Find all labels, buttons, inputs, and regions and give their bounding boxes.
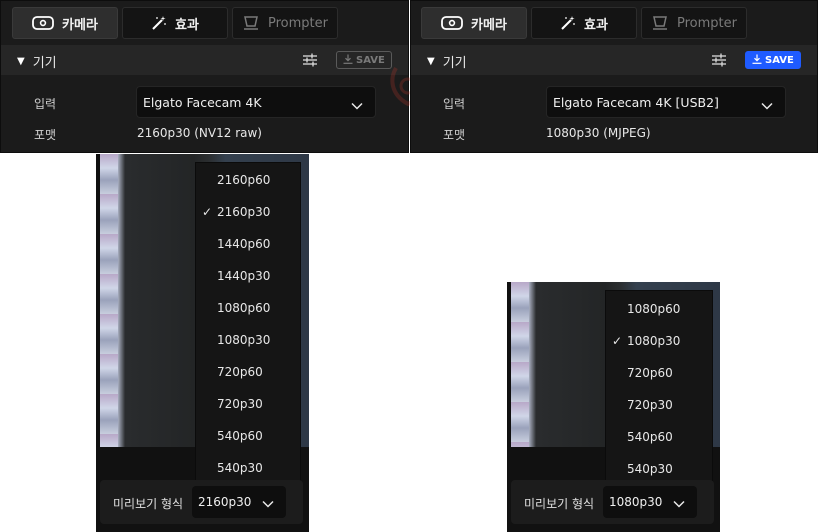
format-option[interactable]: 1080p30 <box>196 324 300 356</box>
magic-wand-icon <box>560 15 576 31</box>
right-camera-panel: 카메라 효과 Prompter ▼ 기기 SAVE 입력 Elgato Face… <box>410 0 818 153</box>
tab-effects[interactable]: 효과 <box>122 7 228 39</box>
format-option-label: 2160p30 <box>217 205 271 219</box>
preview-format-select[interactable]: 2160p30 <box>192 486 286 518</box>
format-option-label: 1080p60 <box>217 301 271 315</box>
chevron-down-icon <box>761 98 773 113</box>
save-button[interactable]: SAVE <box>336 51 392 69</box>
sliders-icon[interactable] <box>302 52 318 72</box>
format-option[interactable]: 720p30 <box>606 389 712 421</box>
collapse-triangle-icon: ▼ <box>427 56 435 67</box>
format-option-label: 1440p60 <box>217 237 271 251</box>
format-option-label: 1080p30 <box>217 333 271 347</box>
section-title-label: 기기 <box>32 56 57 71</box>
chevron-down-icon <box>262 497 274 511</box>
right-tab-bar: 카메라 효과 Prompter <box>411 1 817 43</box>
tab-camera[interactable]: 카메라 <box>12 7 118 39</box>
camera-icon <box>441 16 463 30</box>
preview-format-bar: 미리보기 형식 2160p30 <box>100 480 303 524</box>
camera-icon <box>32 16 54 30</box>
save-button[interactable]: SAVE <box>745 51 801 69</box>
chevron-down-icon <box>351 98 363 113</box>
device-section-header[interactable]: ▼ 기기 SAVE <box>411 45 817 75</box>
prompter-icon <box>242 15 260 31</box>
tab-prompter-label: Prompter <box>268 15 328 31</box>
right-preview-crop: 1080p60 ✓ 1080p30 720p60 720p30 540p60 540p30 … <box>507 282 720 532</box>
format-value: 1080p30 (MJPEG) <box>546 126 651 140</box>
tab-prompter-label: Prompter <box>677 15 737 31</box>
save-button-label: SAVE <box>356 54 385 66</box>
format-option[interactable]: 720p60 <box>196 356 300 388</box>
format-option-label: 1080p60 <box>627 302 681 316</box>
download-icon <box>343 54 353 67</box>
preview-format-value: 1080p30 <box>609 495 663 509</box>
tab-camera-label: 카메라 <box>471 17 507 33</box>
device-section-header[interactable]: ▼ 기기 SAVE <box>1 45 408 75</box>
preview-format-bar: 미리보기 형식 1080p30 <box>511 480 714 524</box>
format-option-label: 720p30 <box>217 397 263 411</box>
tab-camera[interactable]: 카메라 <box>421 7 527 39</box>
preview-format-label: 미리보기 형식 <box>113 497 184 511</box>
preview-format-value: 2160p30 <box>198 495 252 509</box>
left-camera-panel: 카메라 효과 Prompter ▼ 기기 SAVE 입력 Elgato Face… <box>0 0 409 153</box>
format-label: 포맷 <box>34 128 57 142</box>
left-tab-bar: 카메라 효과 Prompter <box>1 1 408 43</box>
background-stripes <box>100 154 118 447</box>
input-select[interactable]: Elgato Facecam 4K <box>136 86 376 118</box>
left-preview-crop: 2160p60 ✓ 2160p30 1440p60 1440p30 1080p60 1080… <box>96 154 309 532</box>
checkmark-icon: ✓ <box>612 334 623 348</box>
tab-effects[interactable]: 효과 <box>531 7 637 39</box>
tab-prompter[interactable]: Prompter <box>232 7 338 39</box>
format-option[interactable]: ✓ 2160p30 <box>196 196 300 228</box>
format-option[interactable]: 1440p60 <box>196 228 300 260</box>
input-label: 입력 <box>443 97 466 111</box>
format-option-label: 720p60 <box>217 365 263 379</box>
tab-effects-label: 효과 <box>584 17 608 33</box>
section-title-label: 기기 <box>442 56 467 71</box>
magic-wand-icon <box>151 15 167 31</box>
format-option[interactable]: 540p60 <box>606 421 712 453</box>
format-option-label: 540p60 <box>627 430 673 444</box>
format-value: 2160p30 (NV12 raw) <box>137 126 262 140</box>
tab-prompter[interactable]: Prompter <box>641 7 747 39</box>
format-option[interactable]: ✓ 1080p30 <box>606 325 712 357</box>
format-option[interactable]: 540p60 <box>196 420 300 452</box>
chevron-down-icon <box>673 497 685 511</box>
prompter-icon <box>651 15 669 31</box>
format-dropdown-menu: 2160p60 ✓ 2160p30 1440p60 1440p30 1080p60 1080… <box>195 162 301 484</box>
collapse-triangle-icon: ▼ <box>17 56 25 67</box>
format-option[interactable]: 1080p60 <box>606 293 712 325</box>
tab-camera-label: 카메라 <box>62 17 98 33</box>
format-option-label: 540p30 <box>627 462 673 476</box>
format-option-label: 1440p30 <box>217 269 271 283</box>
preview-format-label: 미리보기 형식 <box>524 497 595 511</box>
input-select[interactable]: Elgato Facecam 4K [USB2] <box>546 86 786 118</box>
preview-format-select[interactable]: 1080p30 <box>603 486 697 518</box>
format-dropdown-menu: 1080p60 ✓ 1080p30 720p60 720p30 540p60 540p30 <box>605 290 713 487</box>
checkmark-icon: ✓ <box>202 205 213 219</box>
background-stripes <box>511 282 529 447</box>
format-label: 포맷 <box>443 128 466 142</box>
input-select-value: Elgato Facecam 4K [USB2] <box>553 94 719 110</box>
format-option[interactable]: 720p60 <box>606 357 712 389</box>
format-option-label: 720p30 <box>627 398 673 412</box>
format-option-label: 540p60 <box>217 429 263 443</box>
device-section-title[interactable]: ▼ 기기 <box>427 52 467 71</box>
format-option-label: 2160p60 <box>217 173 271 187</box>
tab-effects-label: 효과 <box>175 17 199 33</box>
sliders-icon[interactable] <box>711 52 727 72</box>
download-icon <box>752 54 762 67</box>
input-select-value: Elgato Facecam 4K <box>143 94 262 110</box>
format-option-label: 1080p30 <box>627 334 681 348</box>
format-option-label: 540p30 <box>217 461 263 475</box>
save-button-label: SAVE <box>765 54 794 66</box>
device-section-title[interactable]: ▼ 기기 <box>17 52 57 71</box>
format-option[interactable]: 720p30 <box>196 388 300 420</box>
format-option[interactable]: 1080p60 <box>196 292 300 324</box>
input-label: 입력 <box>34 97 57 111</box>
format-option-label: 720p60 <box>627 366 673 380</box>
format-option[interactable]: 2160p60 <box>196 164 300 196</box>
format-option[interactable]: 1440p30 <box>196 260 300 292</box>
